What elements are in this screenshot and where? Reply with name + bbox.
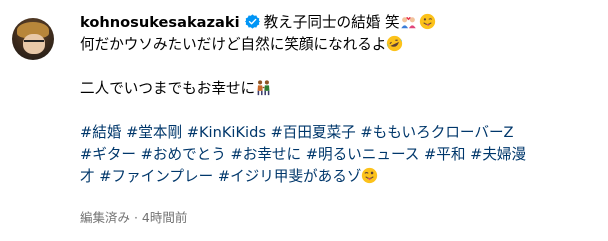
winking-tongue-face-emoji [419, 13, 435, 30]
hashtag-line-1: #結婚 #堂本剛 #KinKiKids #百田夏菜子 #ももいろクローバーZ [80, 122, 600, 144]
avatar-glasses [24, 40, 44, 47]
caption-line-3-text: 二人でいつまでもお幸せに [80, 80, 256, 97]
caption-text: 教え子同士の結婚 笑 [263, 14, 400, 31]
caption-blank-line-2 [80, 100, 600, 122]
post-caption: kohnosukesakazaki 教え子同士の結婚 笑 何だかウソみたいだけど自… [80, 12, 600, 188]
caption-line-3: 二人でいつまでもお幸せに [80, 78, 600, 100]
hashtag-line-3: 才 #ファインプレー #イジリ甲斐があるゾ [80, 166, 600, 188]
hashtag-link[interactable]: #ギター [80, 146, 136, 163]
caption-line-1: kohnosukesakazaki 教え子同士の結婚 笑 [80, 12, 600, 34]
caption-line-2: 何だかウソみたいだけど自然に笑顔になれるよ [80, 34, 600, 56]
hashtag-link[interactable]: 才 [80, 168, 95, 185]
profile-avatar[interactable] [12, 18, 54, 60]
hashtag-link[interactable]: #お幸せに [231, 146, 302, 163]
couple-with-heart-emoji [400, 16, 416, 29]
hashtag-link[interactable]: #百田夏菜子 [271, 124, 356, 141]
hashtag-link[interactable]: #KinKiKids [187, 124, 266, 141]
hashtag-link[interactable]: #堂本剛 [126, 124, 182, 141]
hashtag-link[interactable]: #おめでとう [141, 146, 226, 163]
hashtag-link[interactable]: #夫婦漫 [470, 146, 526, 163]
winking-tongue-face-emoji [362, 167, 378, 184]
hashtag-link[interactable]: #ももいろクローバーZ [360, 124, 513, 141]
hashtag-link[interactable]: #ファインプレー [99, 168, 213, 185]
verified-badge-icon [244, 14, 260, 29]
two-people-holding-hands-emoji [257, 80, 270, 96]
hashtag-line-2: #ギター #おめでとう #お幸せに #明るいニュース #平和 #夫婦漫 [80, 144, 600, 166]
hashtag-link[interactable]: #結婚 [80, 124, 121, 141]
rolling-on-floor-laughing-emoji [387, 35, 403, 52]
username-link[interactable]: kohnosukesakazaki [80, 14, 240, 31]
post-meta-edited-time: 編集済み · 4時間前 [80, 210, 188, 225]
instagram-post: kohnosukesakazaki 教え子同士の結婚 笑 何だかウソみたいだけど自… [0, 0, 608, 241]
hashtag-link[interactable]: #平和 [424, 146, 465, 163]
caption-line-2-text: 何だかウソみたいだけど自然に笑顔になれるよ [80, 36, 387, 53]
hashtag-link[interactable]: #イジリ甲斐があるゾ [218, 168, 362, 185]
hashtag-link[interactable]: #明るいニュース [306, 146, 420, 163]
